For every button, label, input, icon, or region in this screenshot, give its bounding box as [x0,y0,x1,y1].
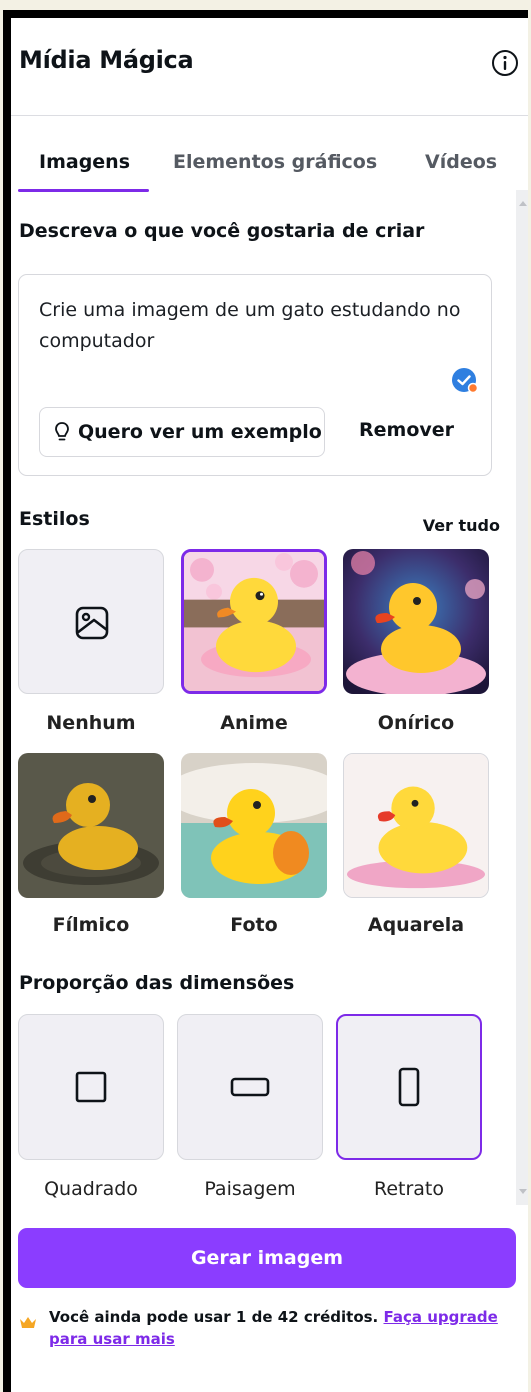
tab-imagens[interactable]: Imagens [39,151,130,173]
magic-media-panel: Mídia Mágica Imagens Elementos gráficos … [3,10,528,1392]
prompt-card: Crie uma imagem de um gato estudando no … [18,274,492,476]
portrait-ratio-icon [398,1067,420,1107]
dreamy-duck-thumbnail [343,549,489,694]
landscape-ratio-icon [230,1077,270,1097]
ratio-landscape[interactable] [177,1014,323,1160]
style-label-anime: Anime [220,712,288,734]
style-tile-nenhum[interactable] [18,549,164,694]
ratio-label-paisagem: Paisagem [204,1178,296,1200]
credits-text: Você ainda pode usar 1 de 42 créditos. [49,1308,379,1326]
style-label-filmico: Fílmico [52,914,130,936]
style-tile-anime[interactable] [181,549,327,694]
show-example-button[interactable]: Quero ver um exemplo [39,407,325,457]
style-label-aquarela: Aquarela [367,914,465,936]
lightbulb-icon [55,422,69,441]
remove-button[interactable]: Remover [359,419,454,441]
see-all-link[interactable]: Ver tudo [423,516,500,535]
tab-videos[interactable]: Vídeos [425,151,497,173]
tab-elementos-graficos[interactable]: Elementos gráficos [173,151,377,173]
film-duck-thumbnail [18,753,164,898]
styles-heading: Estilos [19,508,90,530]
ratio-portrait[interactable] [336,1014,482,1160]
style-tile-filmico[interactable] [18,753,164,898]
tab-bar: Imagens Elementos gráficos Vídeos [11,115,528,195]
scrollbar[interactable] [516,190,528,1205]
ratio-heading: Proporção das dimensões [19,972,295,994]
scroll-up-arrow[interactable] [519,201,527,206]
panel-content: Mídia Mágica Imagens Elementos gráficos … [11,18,528,1392]
style-tile-onirico[interactable] [343,549,489,694]
anime-duck-thumbnail [184,552,324,691]
crown-icon [20,1317,36,1328]
generate-image-button[interactable]: Gerar imagem [18,1228,516,1288]
style-label-onirico: Onírico [377,712,455,734]
style-tile-aquarela[interactable] [343,753,489,898]
active-tab-indicator [18,189,149,192]
grammar-check-icon[interactable] [451,367,479,395]
style-label-nenhum: Nenhum [46,712,136,734]
square-ratio-icon [75,1071,107,1103]
show-example-label: Quero ver um exemplo [78,421,322,443]
image-placeholder-icon [75,606,109,640]
style-label-foto: Foto [230,914,278,936]
info-icon[interactable] [490,48,520,78]
style-tile-foto[interactable] [181,753,327,898]
prompt-textarea[interactable]: Crie uma imagem de um gato estudando no … [39,295,469,357]
scroll-down-arrow[interactable] [519,1189,527,1194]
photo-duck-thumbnail [181,753,327,898]
ratio-label-quadrado: Quadrado [44,1178,138,1200]
prompt-heading: Descreva o que você gostaria de criar [19,220,425,242]
panel-header: Mídia Mágica [11,18,528,116]
panel-title: Mídia Mágica [19,46,194,74]
watercolor-duck-thumbnail [344,754,488,897]
ratio-label-retrato: Retrato [373,1178,445,1200]
ratio-square[interactable] [18,1014,164,1160]
